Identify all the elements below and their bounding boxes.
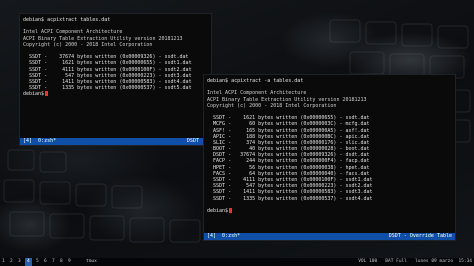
tmux-status-bar: [4] 0:zsh* DSDT - Override Table [204,233,455,240]
terminal-1-content: debian$ acpixtract tables.dat Intel ACPI… [23,17,208,136]
workspace-button[interactable]: 9 [68,258,71,266]
tmux-pane-title: DSDT - Override Table [388,233,452,239]
workspace-button[interactable]: 7 [52,258,55,266]
window-title[interactable]: tmux [86,258,97,266]
output-line: SSDT - 1335 bytes written (0x00000537) -… [23,85,192,92]
system-status: VOL 100 BAT Full lunes 09 marzo 15:34 [358,259,472,264]
workspace-button[interactable]: 5 [36,258,39,266]
text-cursor [45,91,49,97]
output-line: SSDT - 547 bytes written (0x00000223) - … [23,72,192,79]
workspace-button-active[interactable]: 4 [25,258,32,266]
terminal-window-1[interactable]: debian$ acpixtract tables.dat Intel ACPI… [19,13,212,146]
desktop-taskbar: 1 2 3 4 5 6 7 8 9 tmux VOL 100 BAT Full … [0,258,474,266]
prompt-text: debian$ [23,91,45,98]
output-line: SSDT - 1621 bytes written (0x00000655) -… [23,60,192,67]
workspace-button[interactable]: 1 [2,258,5,266]
workspace-button[interactable]: 3 [18,258,21,266]
workspace-button[interactable]: 8 [60,258,63,266]
workspace-button[interactable]: 6 [44,258,47,266]
terminal-window-2[interactable]: debian$ acpixtract -a tables.dat Intel A… [203,74,456,241]
shell-prompt[interactable]: debian$ [23,91,208,97]
workspace-button[interactable]: 2 [10,258,13,266]
text-cursor [229,207,233,213]
terminal-2-content: debian$ acpixtract -a tables.dat Intel A… [207,78,452,231]
output-line: SSDT - 4111 bytes written (0x0000100F) -… [23,66,192,73]
tmux-window-list[interactable]: [4] 0:zsh* [23,138,56,145]
shell-prompt[interactable]: debian$ [207,207,452,214]
tmux-window-list[interactable]: [4] 0:zsh* [207,233,240,240]
tmux-status-bar: [4] 0:zsh* DSDT - [20,138,211,145]
prompt-text: debian$ [207,207,229,214]
banner-line: ACPI Binary Table Extraction Utility ver… [23,35,183,42]
